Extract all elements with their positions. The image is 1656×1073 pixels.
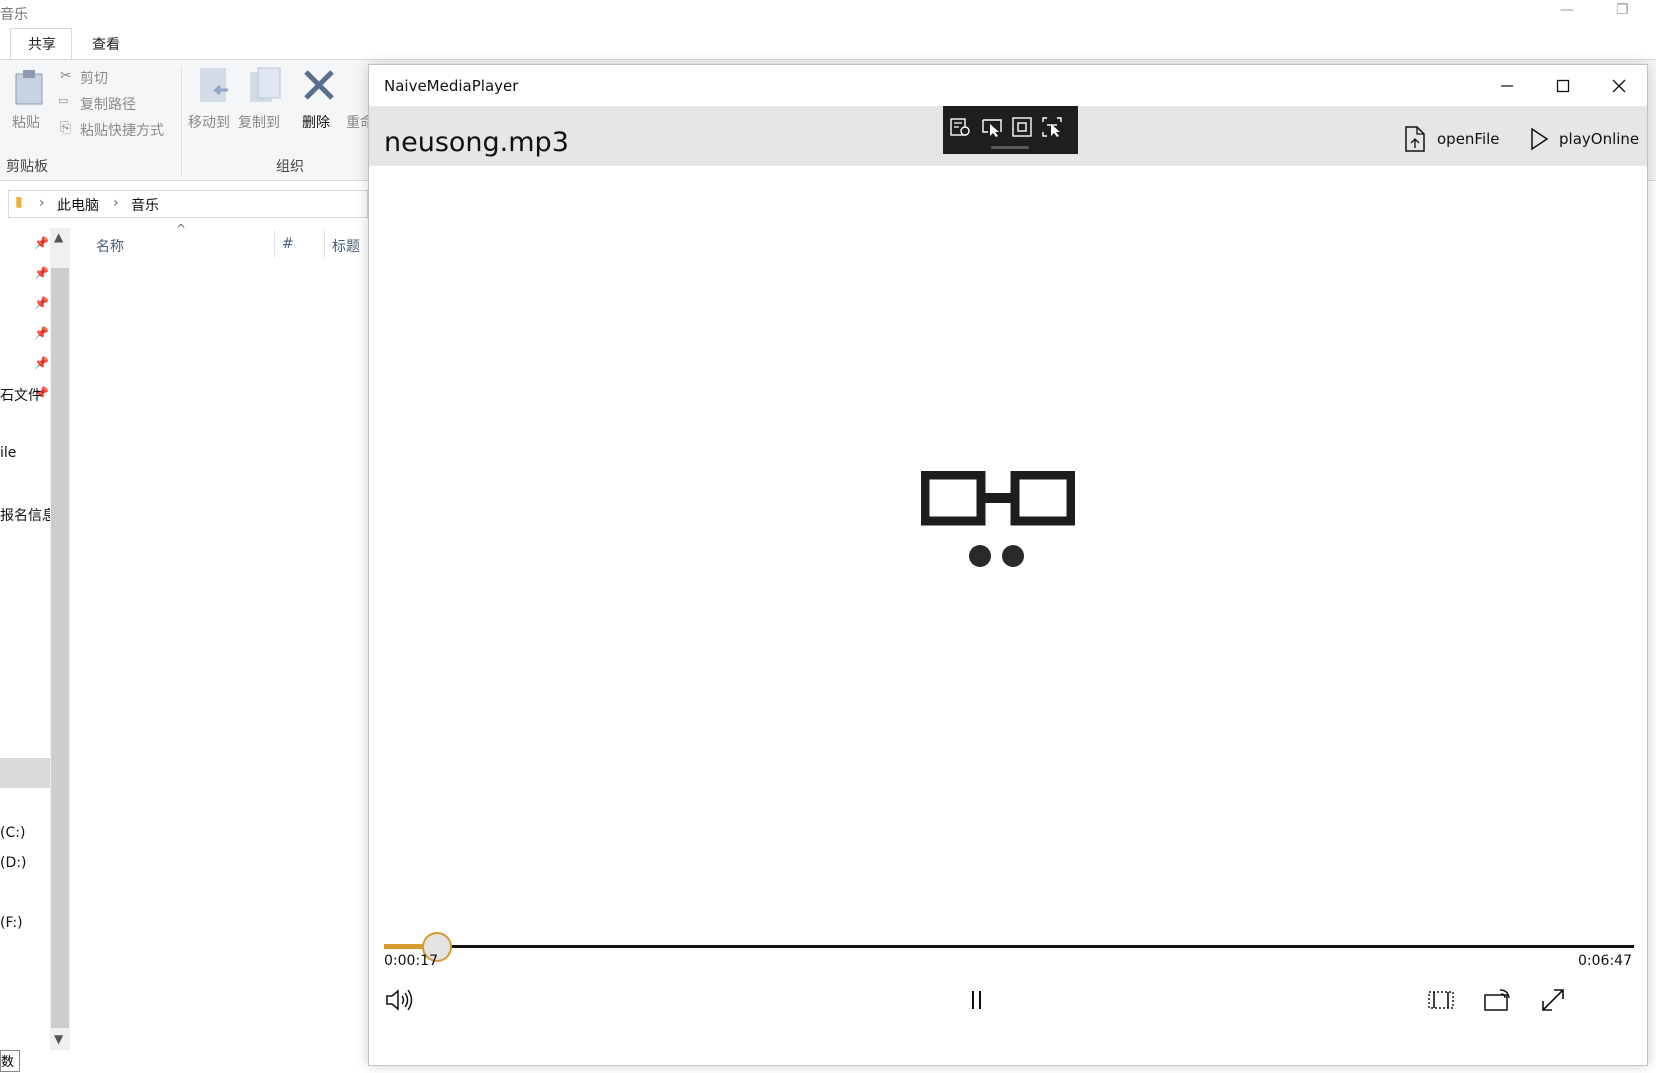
move-to-button[interactable]: 移动到 [188,112,230,132]
track-focus-icon [1042,117,1062,137]
debug-toolbar-grip[interactable] [991,146,1029,149]
nav-item[interactable]: 报名信息 [0,505,56,525]
restore-icon[interactable]: ❐ [1616,2,1629,18]
open-file-button[interactable]: openFile [1403,124,1500,154]
tab-share[interactable]: 共享 [28,34,56,54]
aspect-ratio-icon [1428,991,1454,1009]
maximize-button[interactable] [1535,65,1591,106]
track-focus-button[interactable] [1039,114,1065,140]
sort-arrow-icon: ^ [176,222,187,236]
drive-f[interactable]: (F:) [0,915,23,931]
visual-tree-icon [950,118,970,136]
minimize-icon [1501,84,1513,87]
nav-item-selected[interactable] [0,758,50,788]
ribbon-separator [181,66,182,176]
minimize-icon[interactable]: — [1560,2,1574,18]
cast-to-device-button[interactable] [1477,980,1517,1020]
column-separator [324,230,325,258]
select-element-icon [982,119,1002,137]
chevron-right-icon: › [113,195,119,211]
live-visual-tree-button[interactable] [947,114,973,140]
copy-to-icon [250,67,281,102]
paste-shortcut-icon: ⎘ [60,120,72,136]
close-icon [1612,79,1626,92]
folder-icon: ▮ [15,194,23,210]
chevron-right-icon: › [39,195,45,211]
open-file-icon [1405,126,1425,152]
open-file-label: openFile [1437,130,1500,148]
media-player-window: NaiveMediaPlayer neusong.mp3 openFile pl… [368,64,1648,1066]
copy-to-button[interactable]: 复制到 [238,112,280,132]
clipboard-icon [15,70,43,105]
address-bar[interactable]: ▮ › 此电脑 › 音乐 [8,190,368,218]
drive-c[interactable]: (C:) [0,825,25,841]
nav-item[interactable]: 石文件 [0,385,42,405]
scroll-down-icon[interactable]: ▼ [54,1032,63,1046]
column-title[interactable]: 标题 [332,236,360,256]
breadcrumb-this-pc[interactable]: 此电脑 [57,195,99,215]
cut-button[interactable]: 剪切 [80,68,108,88]
debug-toolbar[interactable] [943,106,1078,154]
copy-path-icon: ▭ [58,94,69,107]
nav-scrollbar-thumb[interactable] [51,268,69,1028]
paste-button[interactable]: 粘贴 [12,112,40,132]
delete-button[interactable]: 删除 [302,112,330,132]
pin-icon: 📌 [34,356,49,370]
display-layout-adorners-button[interactable] [1009,114,1035,140]
delete-x-icon [304,70,334,100]
current-time: 0:00:17 [384,953,438,969]
full-screen-button[interactable] [1533,980,1573,1020]
seek-track[interactable] [384,945,1634,948]
maximize-icon [1556,79,1570,92]
column-number[interactable]: # [282,236,294,252]
group-organize-label: 组织 [276,159,304,175]
scroll-up-icon[interactable]: ▲ [54,230,63,244]
tab-view[interactable]: 查看 [92,34,120,54]
play-icon [1531,127,1549,151]
cast-icon [1484,989,1510,1011]
close-button[interactable] [1591,65,1647,106]
column-separator [274,230,275,258]
pin-icon: 📌 [34,236,49,250]
breadcrumb-music[interactable]: 音乐 [131,195,159,215]
status-tooltip: 数 [0,1050,20,1072]
volume-button[interactable] [379,980,419,1020]
pin-icon: 📌 [34,296,49,310]
volume-icon [386,989,413,1011]
album-art-placeholder-icon [921,471,1075,567]
column-name[interactable]: 名称 [96,236,124,256]
pause-button[interactable] [957,980,997,1020]
file-name: neusong.mp3 [384,127,569,158]
paste-shortcut-button[interactable]: 粘贴快捷方式 [80,120,164,140]
pause-icon [972,991,981,1009]
group-clipboard-label: 剪贴板 [6,159,48,175]
play-online-label: playOnline [1559,130,1640,148]
pin-icon: 📌 [34,326,49,340]
explorer-title: 音乐 [0,7,28,23]
pin-icon: 📌 [34,266,49,280]
seek-slider[interactable] [384,932,1634,962]
title-bar[interactable]: NaiveMediaPlayer [369,65,1647,106]
total-time: 0:06:47 [1578,953,1632,969]
copy-path-button[interactable]: 复制路径 [80,94,136,114]
minimize-button[interactable] [1479,65,1535,106]
nav-item[interactable]: ile [0,445,16,461]
drive-d[interactable]: (D:) [0,855,26,871]
aspect-ratio-button[interactable] [1421,980,1461,1020]
play-online-button[interactable]: playOnline [1529,124,1639,154]
full-screen-icon [1542,989,1564,1011]
move-to-icon [200,68,228,102]
app-title: NaiveMediaPlayer [384,77,519,95]
select-element-button[interactable] [979,114,1005,140]
scissors-icon: ✂ [60,68,72,84]
layout-adorner-icon [1012,117,1032,137]
